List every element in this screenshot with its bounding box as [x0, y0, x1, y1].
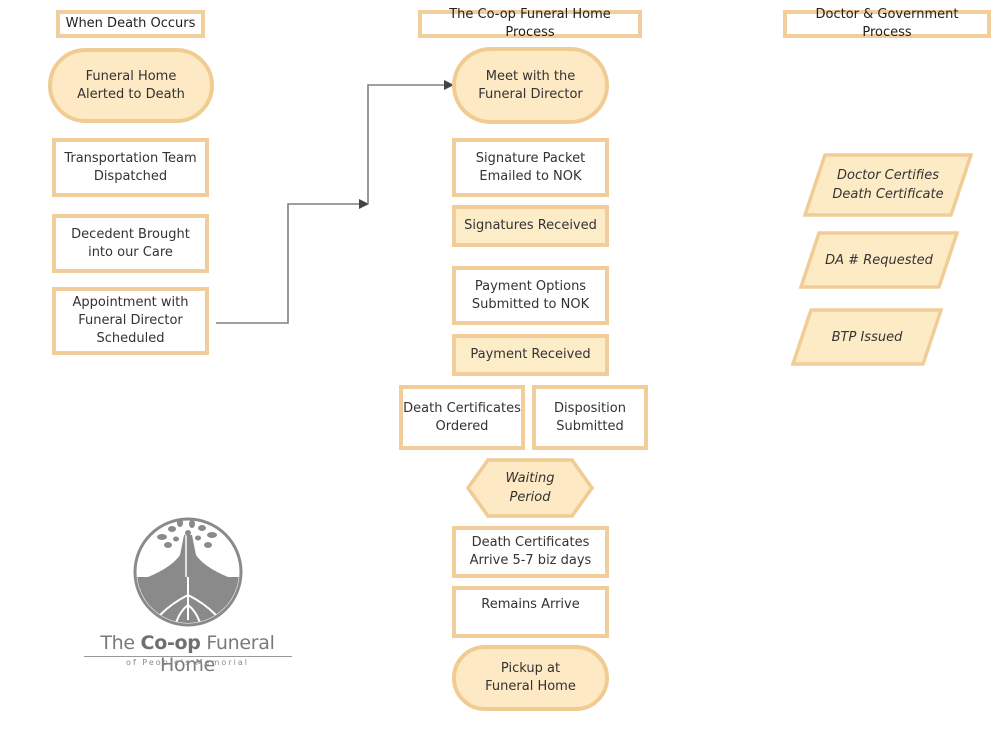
step-btp-issued[interactable]: BTP Issued	[791, 308, 943, 366]
step-payment-received[interactable]: Payment Received	[452, 334, 609, 376]
step-transportation-dispatched[interactable]: Transportation Team Dispatched	[52, 138, 209, 197]
step-death-certificates-ordered[interactable]: Death Certificates Ordered	[399, 385, 525, 450]
step-label: Doctor Certifies Death Certificate	[832, 168, 944, 202]
step-payment-options-submitted[interactable]: Payment Options Submitted to NOK	[452, 266, 609, 325]
connector-appointment-to-midpoint	[216, 199, 369, 324]
logo-title: The Co-op Funeral Home	[100, 632, 275, 676]
step-doctor-certifies[interactable]: Doctor Certifies Death Certificate	[803, 153, 973, 217]
step-disposition-submitted[interactable]: Disposition Submitted	[532, 385, 648, 450]
header-when-death-occurs: When Death Occurs	[56, 10, 205, 38]
step-signatures-received[interactable]: Signatures Received	[452, 205, 609, 247]
header-doctor-government-process: Doctor & Government Process	[783, 7, 991, 40]
step-da-requested[interactable]: DA # Requested	[799, 231, 959, 289]
step-label: DA # Requested	[825, 252, 933, 268]
step-decedent-brought-into-care[interactable]: Decedent Brought into our Care	[52, 214, 209, 273]
step-signature-packet-emailed[interactable]: Signature Packet Emailed to NOK	[452, 138, 609, 197]
header-coop-process: The Co-op Funeral Home Process	[418, 7, 642, 40]
logo-divider	[84, 656, 292, 657]
tree-of-life-icon	[133, 517, 243, 627]
step-waiting-period[interactable]: Waiting Period	[466, 458, 594, 518]
connector-midpoint-to-meet-director	[367, 80, 454, 204]
step-death-certificates-arrive[interactable]: Death Certificates Arrive 5-7 biz days	[452, 526, 609, 578]
step-meet-funeral-director[interactable]: Meet with the Funeral Director	[452, 47, 609, 124]
logo-subtitle: of People's Memorial	[126, 658, 249, 667]
step-pickup-at-funeral-home[interactable]: Pickup at Funeral Home	[452, 645, 609, 711]
step-label: BTP Issued	[831, 329, 903, 345]
step-remains-arrive[interactable]: Remains Arrive	[452, 586, 609, 638]
step-label: Waiting Period	[505, 471, 555, 505]
step-appointment-scheduled[interactable]: Appointment with Funeral Director Schedu…	[52, 287, 209, 355]
coop-funeral-home-logo: The Co-op Funeral Home of People's Memor…	[80, 515, 295, 676]
step-funeral-home-alerted[interactable]: Funeral Home Alerted to Death	[48, 48, 214, 123]
